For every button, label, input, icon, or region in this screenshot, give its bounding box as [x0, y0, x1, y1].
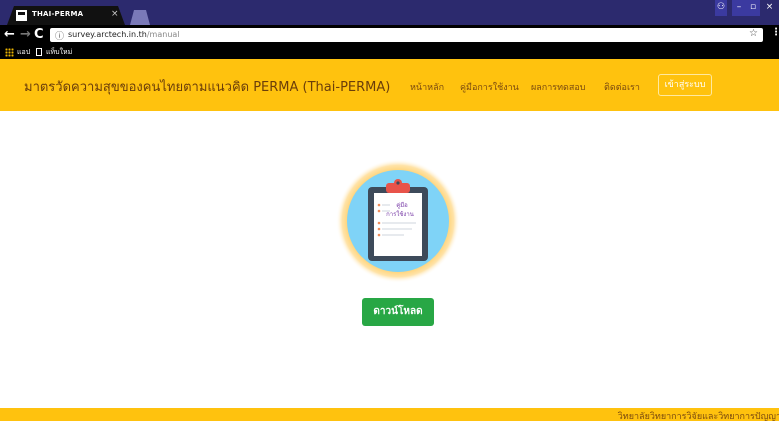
nav-link-contact[interactable]: ติดต่อเรา	[604, 80, 640, 94]
tab-title: THAI-PERMA	[32, 10, 84, 18]
page-icon	[36, 48, 42, 56]
url-path: /manual	[146, 30, 180, 39]
browser-tab[interactable]: THAI-PERMA ×	[7, 6, 125, 25]
clipboard-icon: คู่มือ การใช้งาน	[336, 159, 460, 283]
site-favicon-icon	[16, 10, 27, 21]
download-button[interactable]: ดาวน์โหลด	[362, 298, 434, 326]
nav-link-manual[interactable]: คู่มือการใช้งาน	[460, 80, 519, 94]
browser-toolbar: ← → C ⓘ survey.arctech.in.th/manual ☆ ⋮	[0, 25, 779, 45]
info-icon[interactable]: ⓘ	[55, 29, 64, 42]
manual-clipboard-illustration: คู่มือ การใช้งาน	[336, 159, 460, 283]
url-text: survey.arctech.in.th/manual	[68, 30, 180, 39]
bookmarks-bar: แอป แท็บใหม่	[0, 45, 779, 59]
tab-close-icon[interactable]: ×	[111, 9, 119, 19]
minimize-button[interactable]: –	[732, 0, 746, 16]
site-footer: วิทยาลัยวิทยาการวิจัยและวิทยาการปัญญา	[0, 408, 779, 422]
nav-link-home[interactable]: หน้าหลัก	[410, 80, 444, 94]
clipboard-label-line1: คู่มือ	[396, 201, 408, 209]
maximize-button[interactable]: ▫	[746, 0, 760, 16]
new-tab-button[interactable]	[130, 10, 150, 25]
browser-tab-bar: THAI-PERMA × ⚇ – ▫ ×	[0, 0, 779, 25]
url-host: survey.arctech.in.th	[68, 30, 147, 39]
apps-grid-icon[interactable]	[5, 48, 14, 57]
bookmark-star-icon[interactable]: ☆	[749, 28, 758, 39]
site-navbar: มาตรวัดความสุขของคนไทยตามแนวคิด PERMA (T…	[0, 59, 779, 111]
browser-menu-icon[interactable]: ⋮	[771, 27, 779, 38]
reload-icon[interactable]: C	[34, 27, 44, 43]
bookmark-apps[interactable]: แอป	[17, 47, 30, 58]
back-arrow-icon[interactable]: ←	[4, 27, 15, 43]
close-window-button[interactable]: ×	[760, 0, 779, 16]
address-bar[interactable]: ⓘ survey.arctech.in.th/manual ☆	[50, 28, 763, 42]
profile-icon[interactable]: ⚇	[715, 0, 727, 16]
bookmark-new-tab[interactable]: แท็บใหม่	[46, 47, 72, 58]
clipboard-label-line2: การใช้งาน	[386, 210, 414, 218]
site-brand[interactable]: มาตรวัดความสุขของคนไทยตามแนวคิด PERMA (T…	[24, 76, 390, 97]
nav-link-results[interactable]: ผลการทดสอบ	[531, 80, 586, 94]
forward-arrow-icon[interactable]: →	[20, 27, 31, 43]
login-button[interactable]: เข้าสู่ระบบ	[658, 74, 712, 96]
